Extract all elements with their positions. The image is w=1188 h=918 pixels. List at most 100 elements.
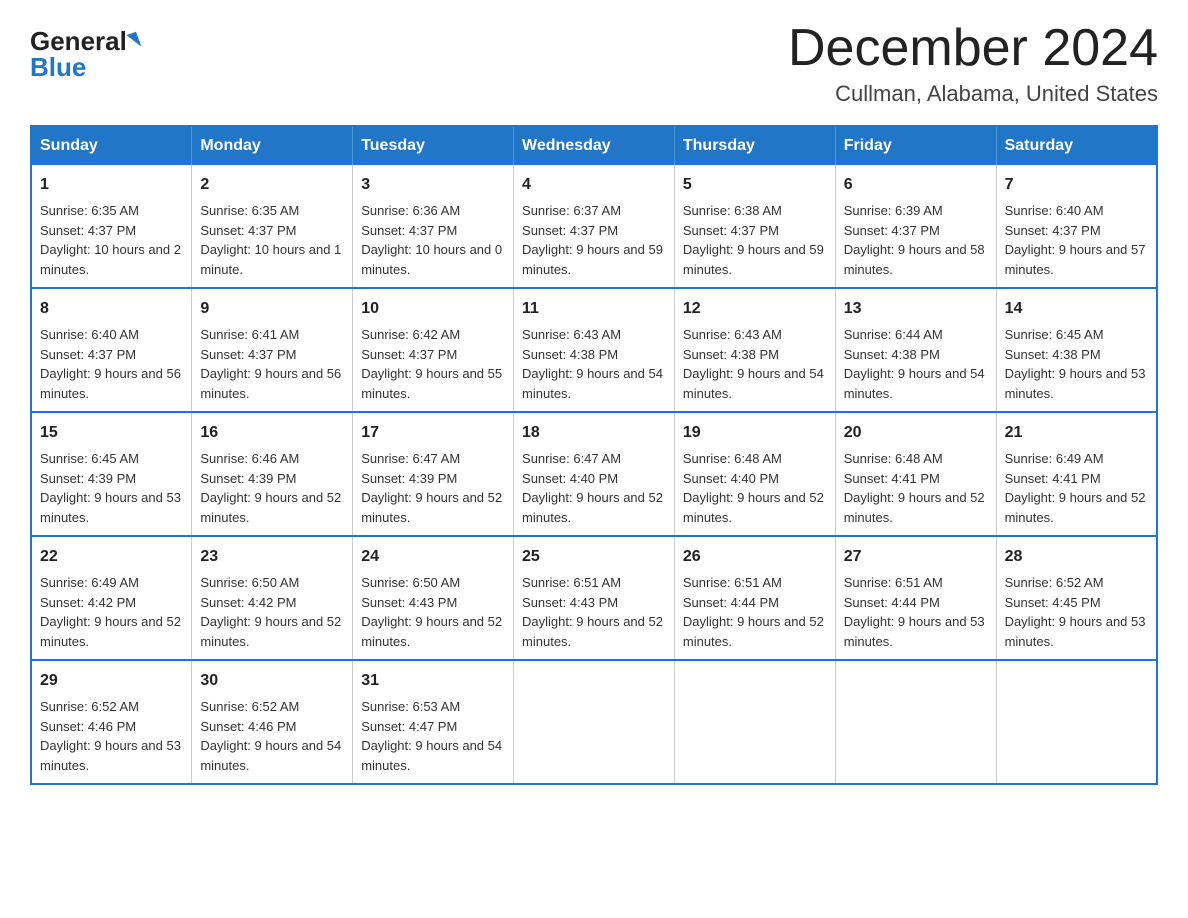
week-row-5: 29 Sunrise: 6:52 AMSunset: 4:46 PMDayligh… xyxy=(31,660,1157,784)
day-number: 9 xyxy=(200,297,344,321)
day-cell-9: 9Sunrise: 6:41 AMSunset: 4:37 PMDaylight… xyxy=(192,288,353,412)
day-info: Sunrise: 6:49 AMSunset: 4:41 PMDaylight:… xyxy=(1005,451,1146,525)
day-cell-15: 15 Sunrise: 6:45 AMSunset: 4:39 PMDayligh… xyxy=(31,412,192,536)
week-row-4: 22 Sunrise: 6:49 AMSunset: 4:42 PMDayligh… xyxy=(31,536,1157,660)
day-number: 28 xyxy=(1005,545,1148,569)
page-title: December 2024 xyxy=(788,20,1158,77)
day-info: Sunrise: 6:51 AMSunset: 4:43 PMDaylight:… xyxy=(522,575,663,649)
day-cell-21: 21Sunrise: 6:49 AMSunset: 4:41 PMDayligh… xyxy=(996,412,1157,536)
day-number: 2 xyxy=(200,173,344,197)
day-number: 11 xyxy=(522,297,666,321)
day-cell-19: 19Sunrise: 6:48 AMSunset: 4:40 PMDayligh… xyxy=(674,412,835,536)
day-info: Sunrise: 6:40 AMSunset: 4:37 PMDaylight:… xyxy=(40,327,181,401)
day-number: 20 xyxy=(844,421,988,445)
day-cell-11: 11 Sunrise: 6:43 AMSunset: 4:38 PMDayligh… xyxy=(514,288,675,412)
day-number: 8 xyxy=(40,297,183,321)
day-info: Sunrise: 6:50 AMSunset: 4:43 PMDaylight:… xyxy=(361,575,502,649)
day-cell-30: 30 Sunrise: 6:52 AMSunset: 4:46 PMDayligh… xyxy=(192,660,353,784)
day-number: 7 xyxy=(1005,173,1148,197)
day-cell-8: 8 Sunrise: 6:40 AMSunset: 4:37 PMDaylight… xyxy=(31,288,192,412)
day-number: 26 xyxy=(683,545,827,569)
weekday-header-wednesday: Wednesday xyxy=(514,126,675,165)
day-info: Sunrise: 6:45 AMSunset: 4:39 PMDaylight:… xyxy=(40,451,181,525)
day-number: 27 xyxy=(844,545,988,569)
day-cell-20: 20Sunrise: 6:48 AMSunset: 4:41 PMDayligh… xyxy=(835,412,996,536)
day-info: Sunrise: 6:52 AMSunset: 4:46 PMDaylight:… xyxy=(200,699,341,773)
day-cell-23: 23 Sunrise: 6:50 AMSunset: 4:42 PMDayligh… xyxy=(192,536,353,660)
day-cell-3: 3 Sunrise: 6:36 AMSunset: 4:37 PMDaylight… xyxy=(353,165,514,288)
day-number: 30 xyxy=(200,669,344,693)
day-info: Sunrise: 6:40 AMSunset: 4:37 PMDaylight:… xyxy=(1005,203,1146,277)
day-cell-28: 28 Sunrise: 6:52 AMSunset: 4:45 PMDayligh… xyxy=(996,536,1157,660)
day-number: 31 xyxy=(361,669,505,693)
day-cell-25: 25 Sunrise: 6:51 AMSunset: 4:43 PMDayligh… xyxy=(514,536,675,660)
day-cell-31: 31 Sunrise: 6:53 AMSunset: 4:47 PMDayligh… xyxy=(353,660,514,784)
day-info: Sunrise: 6:47 AMSunset: 4:40 PMDaylight:… xyxy=(522,451,663,525)
day-cell-10: 10Sunrise: 6:42 AMSunset: 4:37 PMDayligh… xyxy=(353,288,514,412)
page-header: General Blue December 2024 Cullman, Alab… xyxy=(30,20,1158,107)
weekday-header-thursday: Thursday xyxy=(674,126,835,165)
day-number: 6 xyxy=(844,173,988,197)
day-info: Sunrise: 6:53 AMSunset: 4:47 PMDaylight:… xyxy=(361,699,502,773)
day-number: 22 xyxy=(40,545,183,569)
day-info: Sunrise: 6:35 AMSunset: 4:37 PMDaylight:… xyxy=(40,203,181,277)
day-info: Sunrise: 6:39 AMSunset: 4:37 PMDaylight:… xyxy=(844,203,985,277)
day-number: 5 xyxy=(683,173,827,197)
week-row-3: 15 Sunrise: 6:45 AMSunset: 4:39 PMDayligh… xyxy=(31,412,1157,536)
day-info: Sunrise: 6:43 AMSunset: 4:38 PMDaylight:… xyxy=(683,327,824,401)
day-number: 24 xyxy=(361,545,505,569)
week-row-1: 1Sunrise: 6:35 AMSunset: 4:37 PMDaylight… xyxy=(31,165,1157,288)
day-info: Sunrise: 6:52 AMSunset: 4:45 PMDaylight:… xyxy=(1005,575,1146,649)
day-cell-4: 4 Sunrise: 6:37 AMSunset: 4:37 PMDaylight… xyxy=(514,165,675,288)
logo-triangle-icon xyxy=(126,32,141,50)
day-cell-13: 13 Sunrise: 6:44 AMSunset: 4:38 PMDayligh… xyxy=(835,288,996,412)
day-cell-5: 5Sunrise: 6:38 AMSunset: 4:37 PMDaylight… xyxy=(674,165,835,288)
day-info: Sunrise: 6:47 AMSunset: 4:39 PMDaylight:… xyxy=(361,451,502,525)
day-cell-14: 14 Sunrise: 6:45 AMSunset: 4:38 PMDayligh… xyxy=(996,288,1157,412)
day-number: 17 xyxy=(361,421,505,445)
page-subtitle: Cullman, Alabama, United States xyxy=(788,81,1158,107)
day-cell-22: 22 Sunrise: 6:49 AMSunset: 4:42 PMDayligh… xyxy=(31,536,192,660)
day-number: 4 xyxy=(522,173,666,197)
weekday-header-tuesday: Tuesday xyxy=(353,126,514,165)
day-cell-29: 29 Sunrise: 6:52 AMSunset: 4:46 PMDayligh… xyxy=(31,660,192,784)
day-number: 10 xyxy=(361,297,505,321)
day-info: Sunrise: 6:37 AMSunset: 4:37 PMDaylight:… xyxy=(522,203,663,277)
logo-blue-text: Blue xyxy=(30,54,86,80)
day-number: 14 xyxy=(1005,297,1148,321)
day-number: 23 xyxy=(200,545,344,569)
day-cell-1: 1Sunrise: 6:35 AMSunset: 4:37 PMDaylight… xyxy=(31,165,192,288)
day-number: 25 xyxy=(522,545,666,569)
day-info: Sunrise: 6:52 AMSunset: 4:46 PMDaylight:… xyxy=(40,699,181,773)
logo-general-text: General xyxy=(30,28,127,54)
day-cell-6: 6 Sunrise: 6:39 AMSunset: 4:37 PMDaylight… xyxy=(835,165,996,288)
day-number: 15 xyxy=(40,421,183,445)
day-number: 13 xyxy=(844,297,988,321)
day-number: 29 xyxy=(40,669,183,693)
empty-cell xyxy=(835,660,996,784)
day-number: 18 xyxy=(522,421,666,445)
day-info: Sunrise: 6:51 AMSunset: 4:44 PMDaylight:… xyxy=(844,575,985,649)
day-info: Sunrise: 6:49 AMSunset: 4:42 PMDaylight:… xyxy=(40,575,181,649)
day-info: Sunrise: 6:51 AMSunset: 4:44 PMDaylight:… xyxy=(683,575,824,649)
weekday-header-row: SundayMondayTuesdayWednesdayThursdayFrid… xyxy=(31,126,1157,165)
day-info: Sunrise: 6:43 AMSunset: 4:38 PMDaylight:… xyxy=(522,327,663,401)
day-info: Sunrise: 6:35 AMSunset: 4:37 PMDaylight:… xyxy=(200,203,341,277)
day-info: Sunrise: 6:50 AMSunset: 4:42 PMDaylight:… xyxy=(200,575,341,649)
day-cell-2: 2 Sunrise: 6:35 AMSunset: 4:37 PMDaylight… xyxy=(192,165,353,288)
day-cell-12: 12 Sunrise: 6:43 AMSunset: 4:38 PMDayligh… xyxy=(674,288,835,412)
day-number: 19 xyxy=(683,421,827,445)
day-number: 3 xyxy=(361,173,505,197)
day-cell-7: 7 Sunrise: 6:40 AMSunset: 4:37 PMDaylight… xyxy=(996,165,1157,288)
day-number: 12 xyxy=(683,297,827,321)
day-number: 16 xyxy=(200,421,344,445)
day-info: Sunrise: 6:45 AMSunset: 4:38 PMDaylight:… xyxy=(1005,327,1146,401)
logo: General Blue xyxy=(30,28,139,80)
weekday-header-monday: Monday xyxy=(192,126,353,165)
title-block: December 2024 Cullman, Alabama, United S… xyxy=(788,20,1158,107)
weekday-header-sunday: Sunday xyxy=(31,126,192,165)
day-cell-24: 24 Sunrise: 6:50 AMSunset: 4:43 PMDayligh… xyxy=(353,536,514,660)
day-cell-18: 18 Sunrise: 6:47 AMSunset: 4:40 PMDayligh… xyxy=(514,412,675,536)
day-info: Sunrise: 6:44 AMSunset: 4:38 PMDaylight:… xyxy=(844,327,985,401)
day-info: Sunrise: 6:36 AMSunset: 4:37 PMDaylight:… xyxy=(361,203,502,277)
